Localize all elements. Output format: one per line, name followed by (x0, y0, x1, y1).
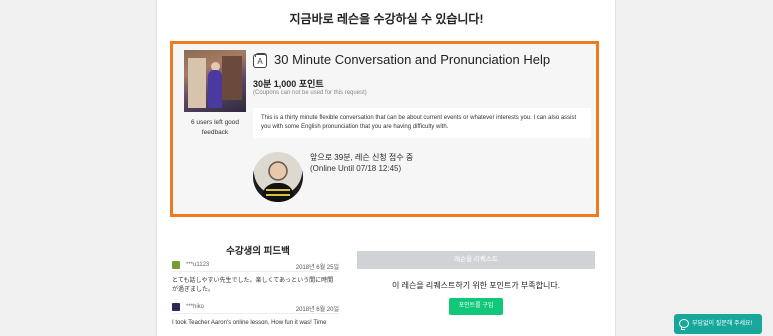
reviewer-avatar-icon (172, 303, 180, 311)
review-text: I took Teacher Aaron's online lesson. Ho… (172, 320, 327, 326)
review-item: ***u1123 2018년 6월 25일 とても話しやすい先生でした。楽しくて… (172, 261, 339, 295)
availability-status: 앞으로 39분, 레슨 신청 접수 중 (Online Until 07/18 … (310, 152, 413, 174)
lesson-title: 30 Minute Conversation and Pronunciation… (274, 52, 551, 67)
chat-help-button[interactable]: 부담없이 질문해 주세요! (674, 314, 762, 334)
feedback-section-title: 수강생의 피드백 (226, 246, 290, 257)
page-gutter-right (616, 0, 773, 336)
content-border-right (615, 0, 616, 336)
lesson-description: This is a thirty minute flexible convers… (253, 108, 591, 138)
reviewer-name: ***u1123 (186, 262, 210, 268)
online-until: (Online Until 07/18 12:45) (310, 164, 402, 173)
insufficient-points-message: 이 레슨을 리퀘스트하기 위한 포인트가 부족합니다. (392, 281, 560, 290)
review-item: ***hiko 2018년 6월 20일 I took Teacher Aaro… (172, 303, 339, 328)
review-date: 2018년 6월 20일 (295, 307, 339, 313)
page-gutter-left (0, 0, 156, 336)
lesson-badge-icon: A (253, 53, 267, 68)
good-feedback-count: 6 users left good feedback (190, 119, 240, 136)
lesson-price: 30분 1,000 포인트 (253, 79, 324, 89)
page-headline: 지금바로 레슨을 수강하실 수 있습니다! (289, 12, 484, 26)
buy-points-button[interactable]: 포인트를 구입 (449, 298, 503, 315)
chat-help-label: 부담없이 질문해 주세요! (692, 321, 753, 327)
lesson-card-highlight: 6 users left good feedback A 30 Minute C… (170, 41, 599, 217)
teacher-avatar[interactable] (253, 152, 303, 202)
availability-message: 앞으로 39분, 레슨 신청 접수 중 (310, 153, 414, 162)
chat-bubble-icon (679, 319, 689, 330)
coupon-note: (Coupons can not be used for this reques… (253, 90, 367, 96)
request-lesson-button[interactable]: 레슨을 리퀘스트 (357, 251, 595, 269)
reviewer-name: ***hiko (186, 304, 205, 310)
reviewer-avatar-icon (172, 261, 180, 269)
review-date: 2018년 6월 25일 (295, 265, 339, 271)
review-text: とても話しやすい先生でした。楽しくてあっという間に時間が過ぎました。 (172, 278, 334, 293)
teacher-lesson-photo[interactable] (184, 50, 246, 112)
